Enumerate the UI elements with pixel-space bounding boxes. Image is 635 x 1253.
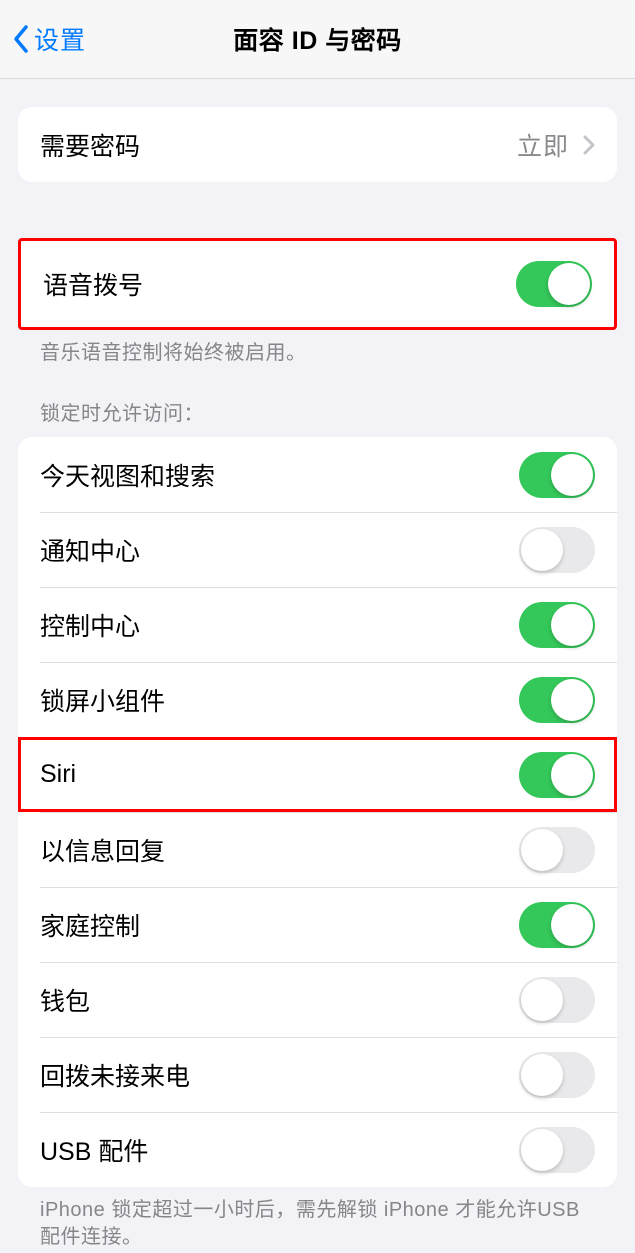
voice-dial-label: 语音拨号 — [43, 266, 143, 302]
locked-access-label: 控制中心 — [40, 607, 140, 643]
chevron-left-icon — [12, 24, 30, 54]
locked-access-toggle[interactable] — [519, 677, 595, 723]
locked-access-label: Siri — [40, 760, 76, 789]
locked-access-row: 钱包 — [18, 962, 617, 1037]
locked-access-toggle[interactable] — [519, 527, 595, 573]
back-label: 设置 — [34, 21, 86, 57]
chevron-right-icon — [583, 135, 595, 155]
navigation-bar: 设置 面容 ID 与密码 — [0, 0, 635, 79]
page-title: 面容 ID 与密码 — [233, 21, 401, 57]
locked-access-label: 钱包 — [40, 982, 90, 1018]
locked-access-row: 锁屏小组件 — [18, 662, 617, 737]
locked-access-group: 今天视图和搜索通知中心控制中心锁屏小组件 Siri 以信息回复家庭控制钱包回拨未接来… — [18, 437, 617, 1187]
row-value-container: 立即 — [517, 127, 595, 163]
voice-dial-toggle[interactable] — [516, 261, 592, 307]
locked-access-row: 控制中心 — [18, 587, 617, 662]
locked-access-row: USB 配件 — [18, 1112, 617, 1187]
voice-dial-group: 语音拨号 — [18, 238, 617, 330]
locked-access-row: 以信息回复 — [18, 812, 617, 887]
require-passcode-group: 需要密码 立即 — [18, 107, 617, 182]
locked-access-toggle[interactable] — [519, 752, 595, 798]
back-button[interactable]: 设置 — [12, 0, 86, 78]
locked-access-label: 家庭控制 — [40, 907, 140, 943]
require-passcode-value: 立即 — [517, 127, 569, 163]
voice-dial-row: 语音拨号 — [21, 247, 614, 322]
locked-access-row: 家庭控制 — [18, 887, 617, 962]
locked-access-label: 回拨未接来电 — [40, 1057, 190, 1093]
locked-access-row: 通知中心 — [18, 512, 617, 587]
locked-access-label: USB 配件 — [40, 1132, 148, 1168]
locked-access-toggle[interactable] — [519, 1052, 595, 1098]
locked-access-label: 以信息回复 — [40, 832, 165, 868]
locked-access-label: 锁屏小组件 — [40, 682, 165, 718]
locked-access-toggle[interactable] — [519, 827, 595, 873]
locked-access-toggle[interactable] — [519, 602, 595, 648]
locked-access-row: 今天视图和搜索 — [18, 437, 617, 512]
locked-access-header: 锁定时允许访问： — [18, 397, 617, 426]
voice-dial-footer: 音乐语音控制将始终被启用。 — [18, 330, 617, 367]
locked-access-row: Siri — [18, 737, 617, 812]
locked-access-toggle[interactable] — [519, 902, 595, 948]
locked-access-row: 回拨未接来电 — [18, 1037, 617, 1112]
locked-access-label: 今天视图和搜索 — [40, 457, 215, 493]
locked-access-footer: iPhone 锁定超过一小时后，需先解锁 iPhone 才能允许USB 配件连接… — [18, 1187, 617, 1251]
require-passcode-label: 需要密码 — [40, 127, 140, 163]
locked-access-toggle[interactable] — [519, 1127, 595, 1173]
locked-access-toggle[interactable] — [519, 977, 595, 1023]
locked-access-label: 通知中心 — [40, 532, 140, 568]
require-passcode-row[interactable]: 需要密码 立即 — [18, 107, 617, 182]
locked-access-toggle[interactable] — [519, 452, 595, 498]
